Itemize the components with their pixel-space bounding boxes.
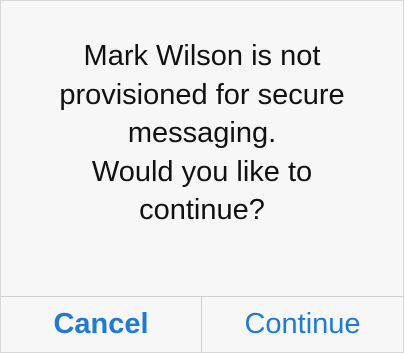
- alert-message-line: Mark Wilson is not: [83, 40, 321, 72]
- continue-button[interactable]: Continue: [202, 297, 403, 352]
- alert-message-line: messaging.: [127, 117, 277, 149]
- cancel-button[interactable]: Cancel: [1, 297, 201, 352]
- alert-message-line: Would you like to: [91, 155, 313, 188]
- alert-message-line: continue?: [139, 194, 265, 226]
- alert-dialog: Mark Wilson is not provisioned for secur…: [0, 0, 404, 353]
- alert-message: Mark Wilson is not provisioned for secur…: [1, 37, 403, 230]
- alert-message-line: provisioned for secure: [59, 78, 345, 111]
